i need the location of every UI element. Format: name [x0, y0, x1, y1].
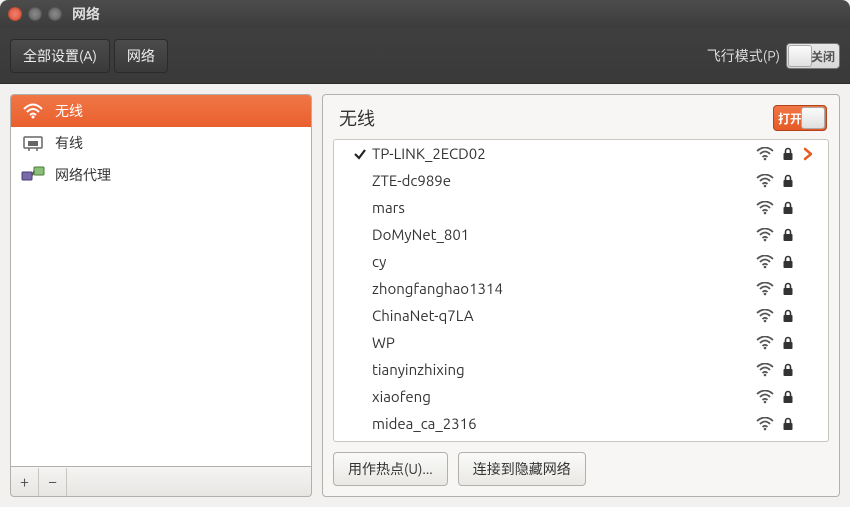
network-row[interactable]: tianyinzhixing: [334, 356, 828, 383]
add-connection-button[interactable]: +: [11, 468, 39, 496]
wifi-toggle[interactable]: 打开: [773, 105, 827, 131]
sidebar-footer: + −: [10, 467, 312, 497]
sidebar-item-label: 网络代理: [55, 165, 111, 185]
network-ssid: DoMyNet_801: [372, 226, 756, 243]
wifi-icon: [21, 101, 45, 121]
lock-icon: [782, 255, 794, 269]
main-footer: 用作热点(U)... 连接到隐藏网络: [333, 452, 829, 486]
proxy-icon: [21, 165, 45, 185]
airplane-mode-state: 关闭: [811, 48, 835, 65]
network-ssid: midea_ca_2316: [372, 415, 756, 432]
wifi-signal-icon: [756, 417, 774, 431]
airplane-mode-label: 飞行模式(P): [707, 46, 780, 66]
network-ssid: ChinaNet-q7LA: [372, 307, 756, 324]
remove-connection-button[interactable]: −: [39, 468, 67, 496]
wifi-signal-icon: [756, 336, 774, 350]
maximize-icon[interactable]: [48, 7, 62, 21]
window-title: 网络: [72, 4, 100, 24]
sidebar-item-proxy[interactable]: 网络代理: [11, 159, 311, 191]
connect-hidden-button[interactable]: 连接到隐藏网络: [458, 452, 586, 486]
network-row[interactable]: xiaofeng: [334, 383, 828, 410]
toolbar: 全部设置(A) 网络 飞行模式(P) 关闭: [0, 28, 850, 84]
wifi-signal-icon: [756, 363, 774, 377]
network-row[interactable]: WP: [334, 329, 828, 356]
wifi-signal-icon: [756, 147, 774, 161]
lock-icon: [782, 390, 794, 404]
main-panel: 无线 打开 TP-LINK_2ECD02 ZTE-dc989e mars DoMyNe…: [322, 94, 840, 497]
page-title: 无线: [339, 105, 773, 131]
connected-check-icon: [348, 147, 372, 161]
sidebar-item-wireless[interactable]: 无线: [11, 95, 311, 127]
lock-icon: [782, 417, 794, 431]
network-row[interactable]: DoMyNet_801: [334, 221, 828, 248]
network-ssid: zhongfanghao1314: [372, 280, 756, 297]
titlebar: 网络: [0, 0, 850, 28]
all-settings-button[interactable]: 全部设置(A): [10, 39, 110, 73]
lock-icon: [782, 309, 794, 323]
sidebar-item-wired[interactable]: 有线: [11, 127, 311, 159]
network-row[interactable]: ZTE-dc989e: [334, 167, 828, 194]
network-ssid: WP: [372, 334, 756, 351]
sidebar-item-label: 有线: [55, 133, 83, 153]
network-breadcrumb-button[interactable]: 网络: [114, 39, 168, 73]
lock-icon: [782, 147, 794, 161]
network-ssid: ZTE-dc989e: [372, 172, 756, 189]
network-ssid: xiaofeng: [372, 388, 756, 405]
network-ssid: tianyinzhixing: [372, 361, 756, 378]
lock-icon: [782, 282, 794, 296]
network-row[interactable]: TP-LINK_2ECD02: [334, 140, 828, 167]
wifi-signal-icon: [756, 201, 774, 215]
network-row[interactable]: midea_ca_2316: [334, 410, 828, 437]
network-list[interactable]: TP-LINK_2ECD02 ZTE-dc989e mars DoMyNet_801c…: [333, 139, 829, 442]
wifi-state: 打开: [778, 110, 802, 127]
lock-icon: [782, 201, 794, 215]
network-ssid: mars: [372, 199, 756, 216]
lock-icon: [782, 228, 794, 242]
network-row[interactable]: zhongfanghao1314: [334, 275, 828, 302]
wifi-signal-icon: [756, 228, 774, 242]
sidebar-item-label: 无线: [55, 101, 83, 121]
use-as-hotspot-button[interactable]: 用作热点(U)...: [333, 452, 448, 486]
network-row[interactable]: cy: [334, 248, 828, 275]
wifi-signal-icon: [756, 174, 774, 188]
ethernet-icon: [21, 133, 45, 153]
network-ssid: TP-LINK_2ECD02: [372, 145, 756, 162]
details-arrow-icon[interactable]: [798, 147, 818, 161]
sidebar: 无线有线网络代理 + −: [10, 94, 312, 497]
lock-icon: [782, 363, 794, 377]
wifi-signal-icon: [756, 309, 774, 323]
network-row[interactable]: mars: [334, 194, 828, 221]
close-icon[interactable]: [8, 7, 22, 21]
network-row[interactable]: ChinaNet-q7LA: [334, 302, 828, 329]
main-header: 无线 打开: [333, 103, 829, 139]
sidebar-list: 无线有线网络代理: [10, 94, 312, 467]
content: 无线有线网络代理 + − 无线 打开 TP-LINK_2ECD02 ZTE-dc9…: [0, 84, 850, 507]
wifi-signal-icon: [756, 282, 774, 296]
lock-icon: [782, 336, 794, 350]
network-ssid: cy: [372, 253, 756, 270]
wifi-signal-icon: [756, 255, 774, 269]
airplane-mode-toggle[interactable]: 关闭: [786, 43, 840, 69]
minimize-icon[interactable]: [28, 7, 42, 21]
wifi-signal-icon: [756, 390, 774, 404]
lock-icon: [782, 174, 794, 188]
